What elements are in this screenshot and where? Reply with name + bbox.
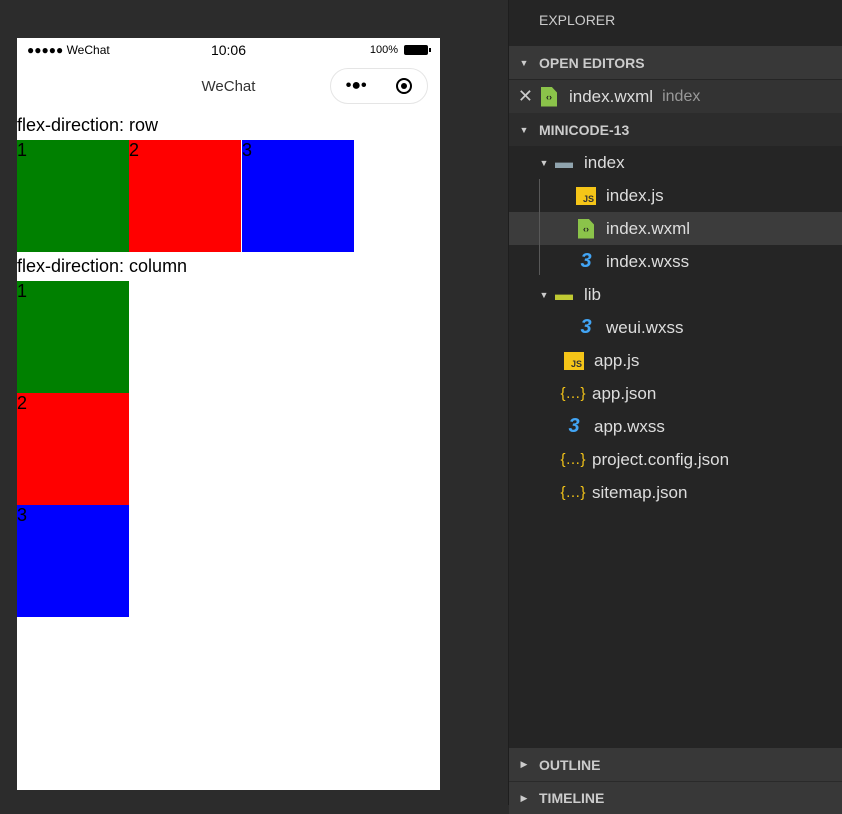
timeline-header[interactable]: ▶ TIMELINE bbox=[509, 781, 842, 814]
column-label: flex-direction: column bbox=[17, 256, 188, 276]
json-file-icon: {…} bbox=[560, 484, 586, 501]
open-file-dir: index bbox=[662, 87, 701, 105]
tree-folder-index[interactable]: ▼ ▬ index bbox=[509, 146, 842, 179]
open-file-name: index.wxml bbox=[569, 86, 654, 106]
row-label: flex-direction: row bbox=[17, 115, 159, 135]
css-file-icon: 3 bbox=[568, 415, 580, 437]
close-miniprogram-icon[interactable] bbox=[396, 78, 413, 94]
tree-file-app-wxss[interactable]: 3 app.wxss bbox=[509, 410, 842, 443]
lib-folder-icon: ▬ bbox=[555, 284, 573, 304]
explorer-sidebar: EXPLORER ▼ OPEN EDITORS ✕ ‹› index.wxml i… bbox=[508, 0, 842, 814]
tree-folder-lib[interactable]: ▼ ▬ lib bbox=[509, 278, 842, 311]
tree-label: project.config.json bbox=[592, 449, 730, 469]
timeline-label: TIMELINE bbox=[539, 790, 605, 806]
chevron-right-icon: ▶ bbox=[520, 792, 528, 803]
tree-label: index bbox=[584, 152, 625, 172]
css-file-icon: 3 bbox=[580, 250, 592, 272]
project-header[interactable]: ▼ MINICODE-13 bbox=[509, 113, 842, 146]
tree-file-project-config[interactable]: {…} project.config.json bbox=[509, 443, 842, 476]
tree-label: app.js bbox=[594, 350, 640, 370]
battery-icon bbox=[404, 45, 431, 55]
simulator-phone: ●●●●● WeChat 10:06 100% WeChat •●• flex-… bbox=[17, 38, 440, 790]
tree-file-app-js[interactable]: JS app.js bbox=[509, 344, 842, 377]
js-file-icon: JS bbox=[564, 351, 584, 370]
nav-bar: WeChat •●• bbox=[17, 62, 440, 112]
json-file-icon: {…} bbox=[560, 385, 586, 402]
tree-file-index-js[interactable]: JS index.js bbox=[509, 179, 842, 212]
battery-percent: 100% bbox=[369, 44, 398, 56]
column-box-1: 1 bbox=[17, 281, 129, 393]
outline-header[interactable]: ▶ OUTLINE bbox=[509, 748, 842, 781]
project-label: MINICODE-13 bbox=[539, 121, 630, 138]
tree-label: app.wxss bbox=[594, 416, 665, 436]
tree-file-app-json[interactable]: {…} app.json bbox=[509, 377, 842, 410]
wxml-file-icon: ‹› bbox=[541, 86, 557, 107]
outline-label: OUTLINE bbox=[539, 756, 601, 773]
explorer-title: EXPLORER bbox=[539, 12, 616, 28]
row-box-2: 2 bbox=[129, 140, 241, 252]
wxml-file-icon: ‹› bbox=[578, 218, 594, 239]
css-file-icon: 3 bbox=[580, 316, 592, 338]
tree-file-index-wxss[interactable]: 3 index.wxss bbox=[509, 245, 842, 278]
folder-open-icon: ▬ bbox=[555, 152, 573, 172]
js-file-icon: JS bbox=[576, 186, 596, 205]
tree-label: app.json bbox=[592, 383, 657, 403]
chevron-down-icon: ▼ bbox=[519, 124, 529, 135]
more-icon[interactable]: •●• bbox=[346, 77, 367, 95]
open-editors-header[interactable]: ▼ OPEN EDITORS bbox=[509, 46, 842, 79]
tree-label: index.wxml bbox=[606, 218, 691, 238]
tree-label: index.js bbox=[606, 185, 664, 205]
tree-file-index-wxml[interactable]: ‹› index.wxml bbox=[509, 212, 842, 245]
json-file-icon: {…} bbox=[560, 451, 586, 468]
close-icon[interactable]: ✕ bbox=[509, 86, 539, 107]
tree-label: weui.wxss bbox=[606, 317, 684, 337]
capsule-menu[interactable]: •●• bbox=[330, 68, 428, 104]
column-box-2: 2 bbox=[17, 393, 129, 505]
status-bar: ●●●●● WeChat 10:06 100% bbox=[17, 38, 440, 62]
tree-label: sitemap.json bbox=[592, 482, 688, 502]
tree-file-sitemap[interactable]: {…} sitemap.json bbox=[509, 476, 842, 509]
tree-label: lib bbox=[584, 284, 602, 304]
open-editors-label: OPEN EDITORS bbox=[539, 54, 645, 71]
chevron-down-icon: ▼ bbox=[539, 157, 549, 168]
tree-label: index.wxss bbox=[606, 251, 690, 271]
indent-guide bbox=[539, 179, 540, 275]
row-box-3: 3 bbox=[242, 140, 354, 252]
row-box-1: 1 bbox=[17, 140, 129, 252]
chevron-right-icon: ▶ bbox=[520, 759, 528, 769]
open-editor-item[interactable]: ✕ ‹› index.wxml index bbox=[509, 80, 842, 113]
column-box-3: 3 bbox=[17, 505, 129, 617]
chevron-down-icon: ▼ bbox=[539, 289, 549, 300]
tree-file-weui-wxss[interactable]: 3 weui.wxss bbox=[509, 311, 842, 344]
chevron-down-icon: ▼ bbox=[519, 57, 529, 68]
